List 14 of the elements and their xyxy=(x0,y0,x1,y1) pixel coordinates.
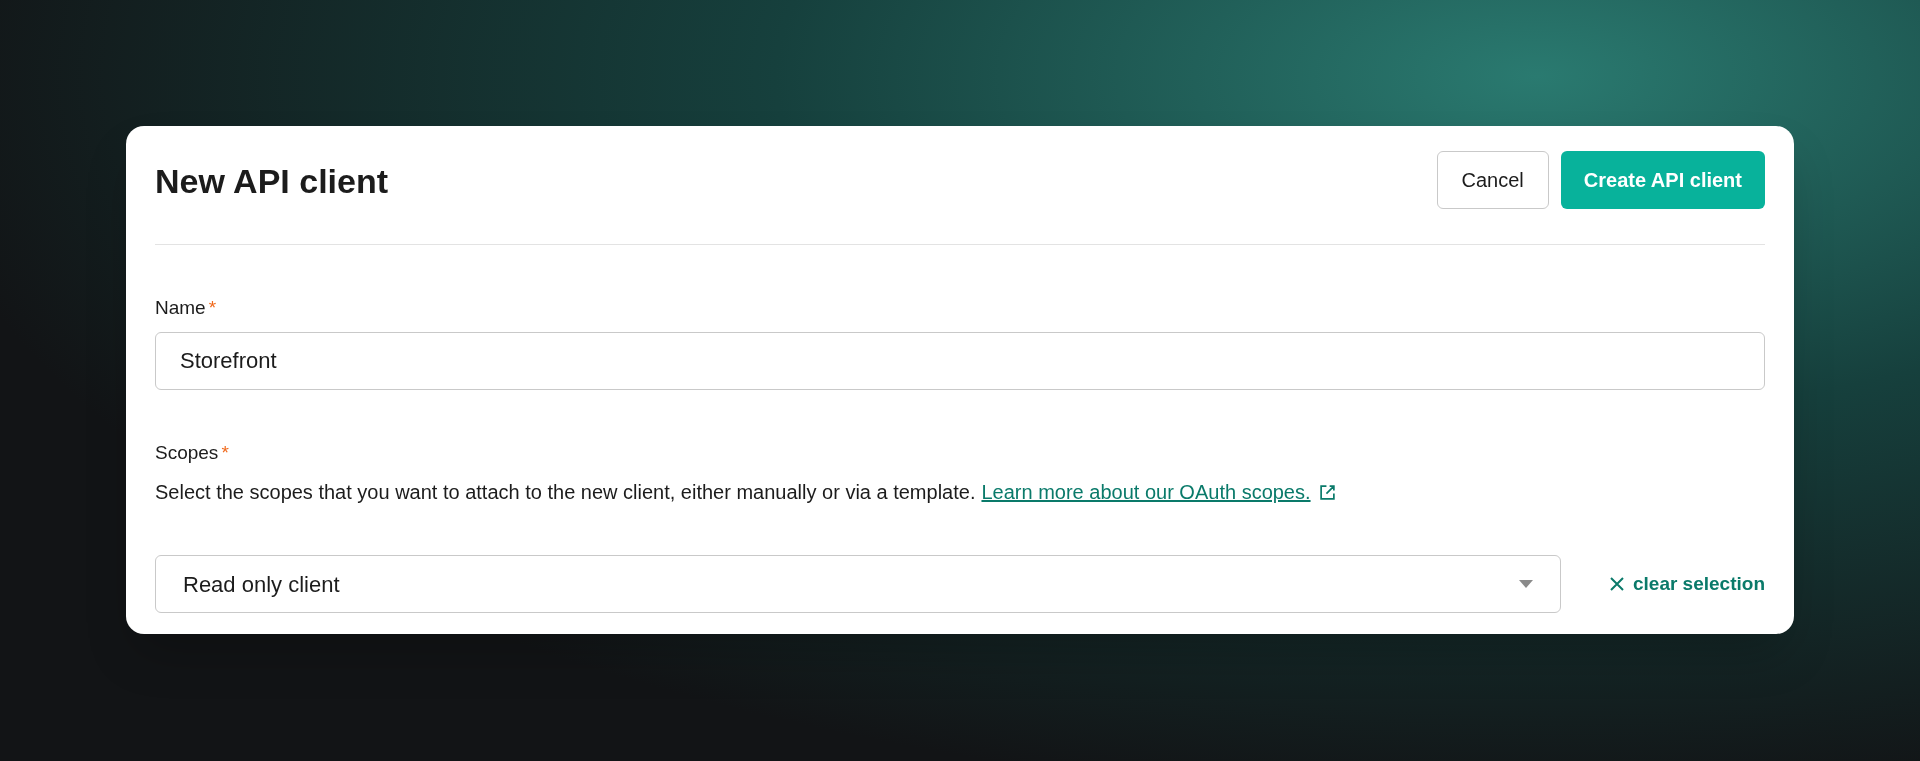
cancel-button[interactable]: Cancel xyxy=(1436,151,1549,209)
field-label: Name xyxy=(155,296,206,320)
required-mark: * xyxy=(208,296,217,320)
dropdown-caret-icon xyxy=(1519,580,1533,588)
name-input[interactable]: Storefront xyxy=(155,331,1765,390)
field-label: Scopes xyxy=(155,440,219,465)
close-icon xyxy=(1608,576,1625,592)
clear-selection-button[interactable]: clear selection xyxy=(1608,569,1765,599)
oauth-scopes-link[interactable]: Learn more about our OAuth scopes. xyxy=(981,477,1311,507)
template-select[interactable]: Read only client xyxy=(155,555,1561,613)
external-link-icon xyxy=(1318,483,1336,501)
required-mark: * xyxy=(221,440,229,465)
description-text: Select the scopes that you want to attach to the new client, either manually or via a template. xyxy=(155,480,976,505)
dialog-title: New API client xyxy=(155,160,389,202)
